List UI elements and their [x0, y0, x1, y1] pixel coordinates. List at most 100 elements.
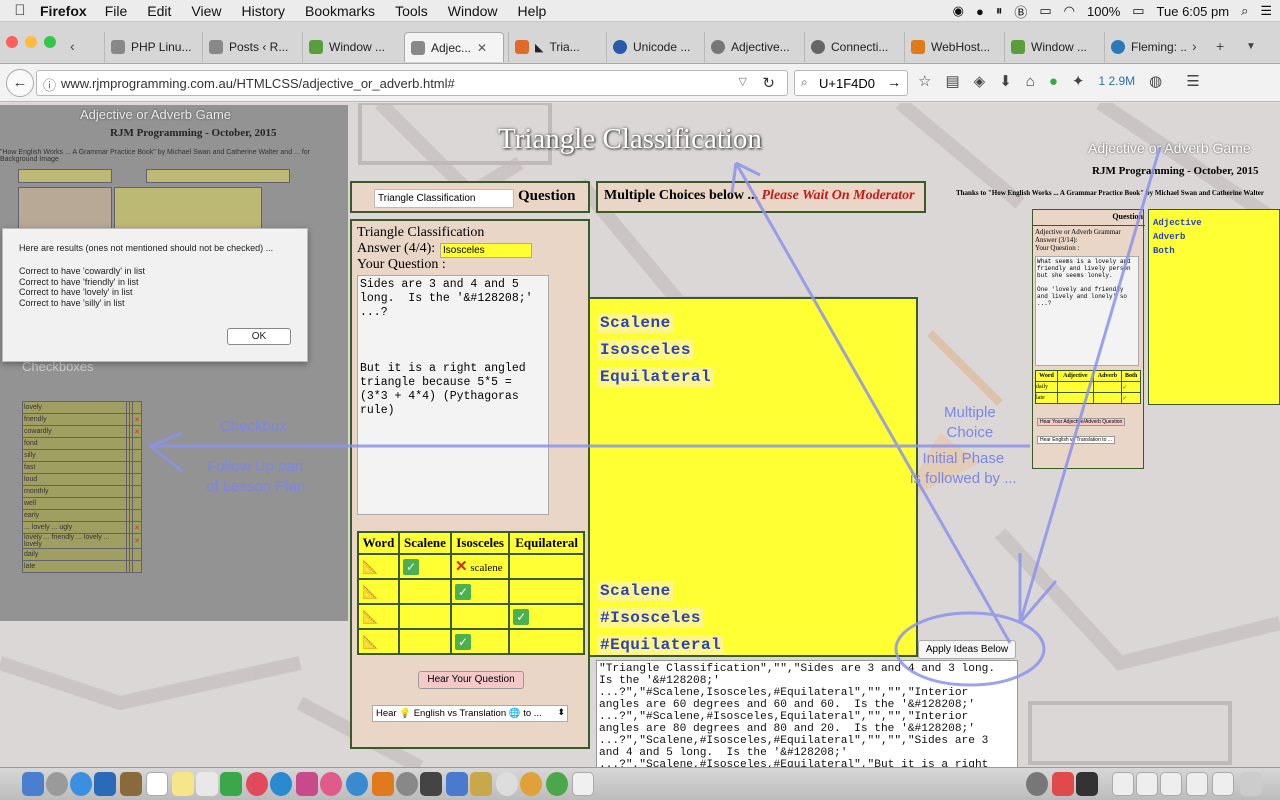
launchpad-icon[interactable] — [46, 772, 68, 796]
home-icon[interactable]: ⌂ — [1026, 73, 1035, 90]
dock-app-icon[interactable] — [1076, 772, 1098, 796]
tab-scroll-left-icon[interactable]: ‹ — [70, 38, 75, 54]
search-go-icon[interactable]: → — [887, 74, 901, 90]
tab-unicode[interactable]: Unicode ... — [606, 32, 704, 62]
dock-document-icon[interactable] — [1212, 772, 1234, 796]
reminders-icon[interactable] — [196, 772, 218, 796]
menu-window[interactable]: Window — [448, 3, 498, 19]
calendar-icon[interactable] — [146, 772, 168, 796]
cell-isosceles[interactable]: ✓ — [449, 628, 511, 655]
filezilla-icon[interactable] — [470, 772, 492, 796]
back-button[interactable]: ← — [6, 69, 34, 97]
download-icon[interactable]: ⬇ — [999, 72, 1012, 90]
preview-icon[interactable] — [572, 772, 594, 796]
system-prefs-icon[interactable] — [396, 772, 418, 796]
site-info-icon[interactable]: ⓘ — [43, 75, 56, 94]
facetime-icon[interactable] — [270, 772, 292, 796]
apply-ideas-button[interactable]: Apply Ideas Below — [918, 640, 1016, 659]
app-store-icon[interactable] — [346, 772, 368, 796]
messages-icon[interactable] — [220, 772, 242, 796]
cell-equilateral[interactable]: ✓ — [508, 603, 585, 630]
dock-utility-icon[interactable] — [1026, 772, 1048, 796]
tab-window-2[interactable]: Window ... — [1004, 32, 1104, 62]
ibooks-icon[interactable] — [372, 772, 394, 796]
chat-icon[interactable]: ◍ — [1149, 72, 1162, 90]
wifi-icon[interactable]: ◠ — [1064, 3, 1075, 19]
cell-scalene[interactable]: ✓ — [398, 553, 452, 580]
tab-adjective-2[interactable]: Adjective... — [704, 32, 804, 62]
music-icon[interactable] — [320, 772, 342, 796]
tab-fleming[interactable]: Fleming: ... — [1104, 32, 1186, 62]
airplay-icon[interactable]: ▭ — [1039, 3, 1051, 19]
question-textarea[interactable]: Sides are 3 and 4 and 5 long. Is the '&#… — [357, 275, 549, 515]
chrome-icon[interactable] — [546, 772, 568, 796]
answer-input[interactable]: Isosceles — [440, 243, 532, 258]
terminal-icon[interactable] — [420, 772, 442, 796]
tab-window-1[interactable]: Window ... — [302, 32, 402, 62]
cell-equilateral[interactable] — [508, 553, 585, 580]
cell-isosceles[interactable]: ✓ — [449, 578, 511, 605]
contacts-icon[interactable] — [120, 772, 142, 796]
tab-connecting[interactable]: Connecti... — [804, 32, 904, 62]
alert-ok-button[interactable]: OK — [227, 328, 291, 345]
tab-php-linux[interactable]: PHP Linu... — [104, 32, 202, 62]
menu-tools[interactable]: Tools — [395, 3, 428, 19]
url-bar[interactable]: ⓘ www.rjmprogramming.com.au/HTMLCSS/adje… — [36, 70, 788, 96]
search-text[interactable]: U+1F4D0 — [819, 76, 875, 91]
finder-icon[interactable] — [22, 772, 44, 796]
extension-icon[interactable]: ✦ — [1072, 72, 1085, 90]
mail-icon[interactable] — [94, 772, 116, 796]
hear-question-button[interactable]: Hear Your Question — [418, 671, 524, 689]
minimize-window-icon[interactable] — [25, 36, 37, 48]
clock[interactable]: Tue 6:05 pm — [1157, 4, 1230, 19]
cell-isosceles[interactable]: ✕ scalene — [449, 553, 511, 580]
tab-posts[interactable]: Posts ‹ R... — [202, 32, 302, 62]
question-title-input[interactable]: Triangle Classification — [374, 189, 514, 208]
cell-scalene[interactable] — [398, 628, 452, 655]
cell-equilateral[interactable] — [508, 628, 585, 655]
cell-equilateral[interactable] — [508, 578, 585, 605]
menu-view[interactable]: View — [191, 3, 221, 19]
xcode-icon[interactable] — [446, 772, 468, 796]
menu-help[interactable]: Help — [518, 3, 547, 19]
menu-file[interactable]: File — [105, 3, 128, 19]
choice-scalene[interactable]: Scalene — [598, 313, 673, 333]
apple-icon[interactable]:  — [0, 2, 40, 19]
b-icon[interactable]: Ⓑ — [1014, 2, 1027, 21]
reload-icon[interactable]: ↻ — [762, 74, 775, 92]
menu-bookmarks[interactable]: Bookmarks — [305, 3, 375, 19]
notes-icon[interactable] — [172, 772, 194, 796]
tab-adjective-active[interactable]: Adjec... ✕ — [404, 32, 504, 62]
itunes-icon[interactable] — [296, 772, 318, 796]
menu-icon[interactable]: ☰ — [1186, 72, 1199, 90]
cell-scalene[interactable] — [398, 578, 452, 605]
download-badge[interactable]: 1 2.9M — [1098, 74, 1135, 88]
answer-equilateral[interactable]: #Equilateral — [598, 635, 724, 655]
new-tab-icon[interactable]: + — [1216, 38, 1224, 54]
ideas-textarea[interactable]: "Triangle Classification","","Sides are … — [596, 660, 1018, 767]
reader-icon[interactable]: ▤ — [945, 72, 959, 90]
search-bar[interactable]: ⌕ U+1F4D0 → — [794, 70, 908, 96]
tab-list-icon[interactable]: ▼ — [1246, 41, 1256, 52]
spy-icon[interactable]: ● — [976, 4, 984, 19]
dock-document-icon[interactable] — [1186, 772, 1208, 796]
menu-history[interactable]: History — [241, 3, 285, 19]
hear-translation-select[interactable]: Hear 💡 English vs Translation 🌐 to ... ⬍ — [372, 705, 568, 722]
choice-equilateral[interactable]: Equilateral — [598, 367, 714, 387]
notification-center-icon[interactable]: ☰ — [1260, 3, 1272, 19]
zoom-window-icon[interactable] — [44, 36, 56, 48]
disk-icon[interactable] — [496, 772, 518, 796]
dock-document-icon[interactable] — [1160, 772, 1182, 796]
spotlight-icon[interactable]: ⌕ — [1241, 3, 1248, 19]
firefox-icon[interactable] — [520, 772, 542, 796]
battery-icon[interactable]: ▭ — [1132, 3, 1144, 19]
dock-app-icon[interactable] — [1052, 772, 1074, 796]
dock-document-icon[interactable] — [1112, 772, 1134, 796]
photos-icon[interactable] — [246, 772, 268, 796]
bookmark-star-icon[interactable]: ☆ — [918, 72, 931, 90]
tab-close-icon[interactable]: ✕ — [477, 41, 487, 55]
dock-document-icon[interactable] — [1136, 772, 1158, 796]
url-history-icon[interactable]: ▽ — [739, 75, 747, 88]
answer-scalene[interactable]: Scalene — [598, 581, 673, 601]
pause-icon[interactable]: ⏸ — [996, 3, 1003, 19]
